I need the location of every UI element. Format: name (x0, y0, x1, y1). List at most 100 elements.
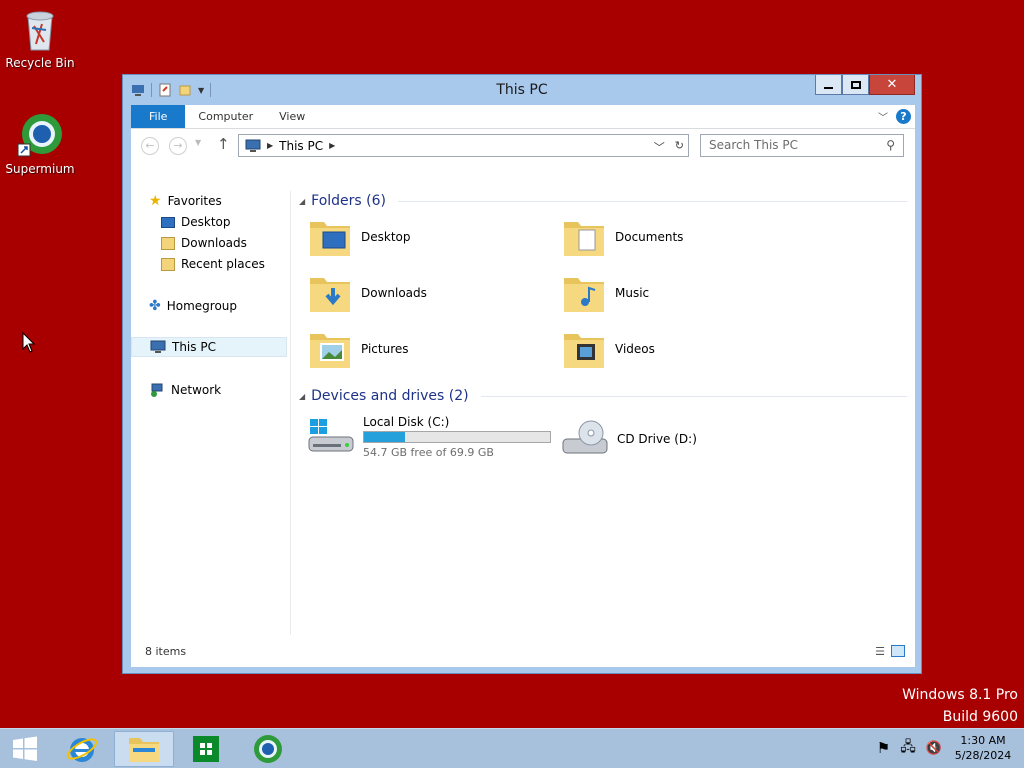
large-icons-view-icon[interactable] (891, 645, 905, 657)
folder-tile-music[interactable]: Music (561, 267, 811, 319)
breadcrumb-this-pc[interactable]: This PC (279, 139, 323, 153)
maximize-icon (850, 80, 861, 89)
group-title: Folders (6) (311, 193, 386, 209)
folder-label: Documents (615, 230, 684, 244)
drive-name: Local Disk (C:) (363, 415, 450, 429)
navigation-pane: ★ Favorites Desktop Downloads Recent pla… (131, 191, 291, 635)
downloads-icon (161, 236, 175, 250)
videos-folder-icon (564, 334, 604, 368)
homegroup-icon: ✤ (149, 298, 161, 314)
minimize-icon (824, 86, 833, 89)
item-count: 8 items (145, 645, 187, 658)
folder-label: Downloads (361, 286, 427, 300)
back-arrow-icon: ← (145, 139, 155, 152)
network-status-icon[interactable]: 🖧 (900, 736, 916, 760)
documents-folder-icon (564, 222, 604, 256)
title-bar[interactable]: ▼ This PC ✕ (123, 75, 921, 105)
tab-computer[interactable]: Computer (185, 105, 266, 128)
taskbar-internet-explorer[interactable] (52, 731, 112, 767)
clock-time: 1:30 AM (960, 734, 1006, 747)
recent-places-icon (161, 257, 175, 271)
details-view-icon[interactable]: ☰ (875, 645, 885, 658)
nav-item-this-pc[interactable]: This PC (131, 337, 287, 357)
drive-tile-local-disk-c[interactable]: Local Disk (C:) 54.7 GB free of 69.9 GB (307, 415, 551, 459)
status-bar: 8 items ☰ (131, 637, 915, 667)
desktop-icon-recycle-bin[interactable]: Recycle Bin (0, 6, 80, 70)
clock[interactable]: 1:30 AM 5/28/2024 (952, 733, 1014, 763)
folder-tile-downloads[interactable]: Downloads (307, 267, 557, 319)
nav-label: Recent places (181, 257, 265, 271)
taskbar-file-explorer[interactable] (114, 731, 174, 767)
nav-label: Network (171, 383, 222, 397)
store-icon (193, 736, 219, 762)
tab-view[interactable]: View (266, 105, 318, 128)
drive-name: CD Drive (D:) (617, 432, 697, 446)
cd-drive-icon (562, 420, 608, 454)
expand-ribbon-icon[interactable]: ﹀ (878, 109, 888, 124)
back-button[interactable]: ← (141, 137, 159, 155)
folder-label: Desktop (361, 230, 411, 244)
nav-item-favorites[interactable]: ★ Favorites (149, 191, 222, 211)
recycle-bin-icon (26, 11, 54, 51)
search-icon[interactable]: ⚲ (886, 135, 895, 156)
nav-item-recent-places[interactable]: Recent places (161, 254, 265, 274)
folder-tile-pictures[interactable]: Pictures (307, 323, 557, 375)
window-title: This PC (496, 82, 548, 98)
maximize-button[interactable] (842, 75, 869, 95)
nav-item-homegroup[interactable]: ✤ Homegroup (149, 296, 237, 316)
explorer-window[interactable]: ▼ This PC ✕ File Computer View ﹀ ? ← → ▼… (122, 74, 922, 674)
tab-file[interactable]: File (131, 105, 186, 128)
supermium-icon (254, 735, 282, 763)
downloads-folder-icon (310, 278, 350, 312)
supermium-icon (17, 114, 62, 157)
nav-item-network[interactable]: Network (149, 380, 221, 400)
content-pane: ◢ Folders (6) Desktop Documents Download… (293, 191, 909, 635)
folder-tile-videos[interactable]: Videos (561, 323, 811, 375)
desktop-folder-icon (310, 222, 350, 256)
collapse-icon[interactable]: ◢ (299, 197, 305, 206)
drives-group-header[interactable]: ◢ Devices and drives (2) (299, 388, 907, 404)
start-button[interactable] (0, 731, 50, 767)
recent-locations-icon[interactable]: ▼ (195, 138, 201, 147)
folder-tile-documents[interactable]: Documents (561, 211, 811, 263)
taskbar-store[interactable] (176, 731, 236, 767)
pictures-folder-icon (310, 334, 350, 368)
nav-item-desktop[interactable]: Desktop (161, 212, 231, 232)
nav-label: Homegroup (166, 299, 238, 313)
address-dropdown-icon[interactable]: ﹀ (654, 139, 665, 155)
computer-icon (150, 340, 166, 353)
forward-button[interactable]: → (169, 137, 187, 155)
music-folder-icon (564, 278, 604, 312)
minimize-button[interactable] (815, 75, 842, 95)
mouse-cursor-icon (22, 332, 36, 353)
folders-group-header[interactable]: ◢ Folders (6) (299, 193, 907, 209)
collapse-icon[interactable]: ◢ (299, 392, 305, 401)
volume-muted-icon[interactable]: 🔇 (926, 741, 942, 756)
drive-tile-cd-drive-d[interactable]: CD Drive (D:) (561, 419, 697, 459)
star-icon: ★ (149, 193, 162, 209)
system-tray: ⚑ 🖧 🔇 1:30 AM 5/28/2024 (877, 733, 1014, 763)
refresh-icon[interactable]: ↻ (675, 139, 684, 155)
up-button[interactable]: ↑ (217, 135, 230, 153)
breadcrumb-separator-icon[interactable]: ▶ (329, 141, 335, 150)
action-center-flag-icon[interactable]: ⚑ (877, 739, 890, 757)
folder-tile-desktop[interactable]: Desktop (307, 211, 557, 263)
forward-arrow-icon: → (173, 139, 183, 152)
breadcrumb-separator-icon[interactable]: ▶ (267, 141, 273, 150)
address-row: ← → ▼ ↑ ▶ This PC ▶ ﹀ ↻ Search This PC ⚲ (131, 129, 915, 161)
close-button[interactable]: ✕ (869, 75, 915, 95)
desktop-icon-supermium[interactable]: Supermium (0, 112, 80, 176)
search-input[interactable]: Search This PC ⚲ (700, 134, 904, 157)
drive-usage-bar (363, 431, 551, 443)
taskbar-supermium[interactable] (238, 731, 298, 767)
folder-label: Music (615, 286, 650, 300)
nav-label: Desktop (181, 215, 231, 229)
ribbon-tabs: File Computer View ﹀ ? (131, 105, 915, 129)
drive-free-space: 54.7 GB free of 69.9 GB (363, 446, 494, 459)
address-bar[interactable]: ▶ This PC ▶ ﹀ ↻ (238, 134, 689, 157)
computer-icon (245, 139, 261, 152)
clock-date: 5/28/2024 (954, 749, 1012, 762)
help-icon[interactable]: ? (896, 109, 911, 124)
nav-item-downloads[interactable]: Downloads (161, 233, 247, 253)
file-explorer-icon (129, 738, 159, 762)
